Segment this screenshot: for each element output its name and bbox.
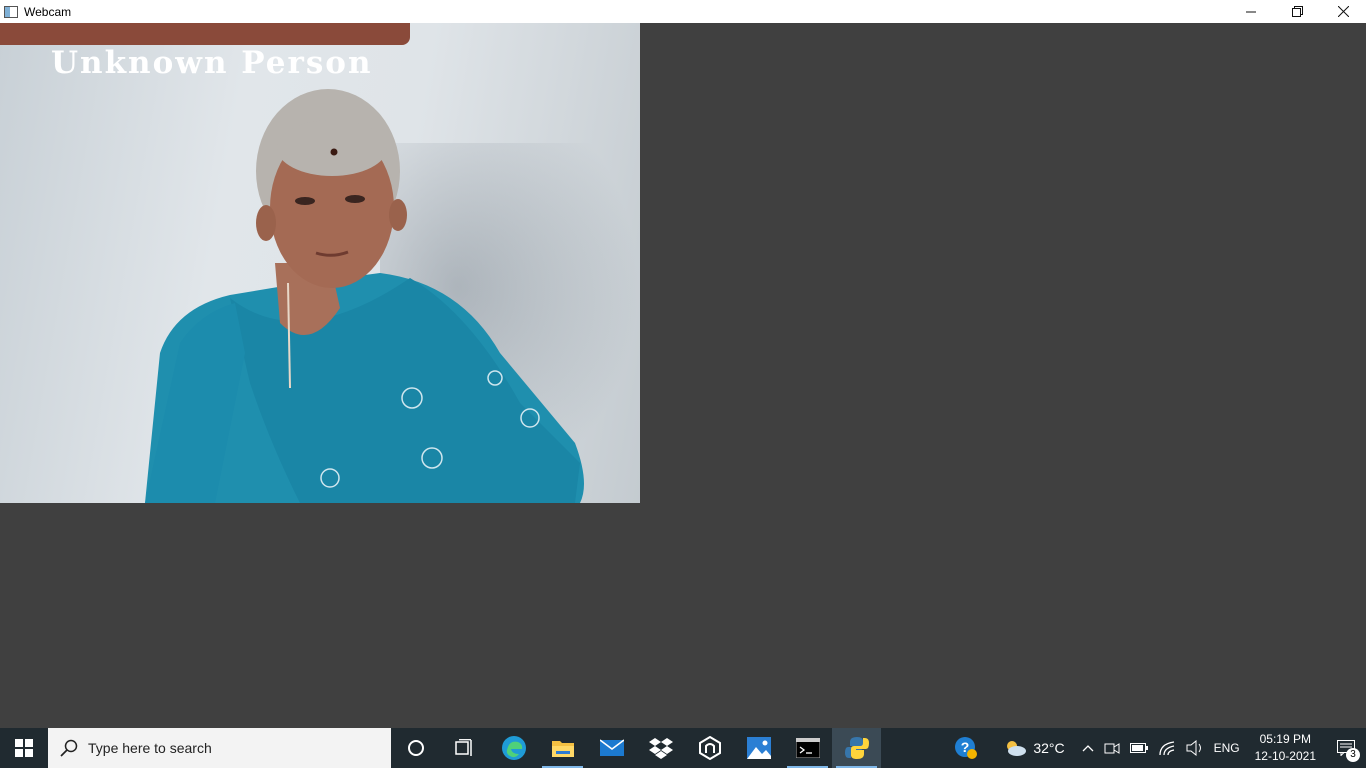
edge-icon	[501, 736, 526, 760]
github-icon	[698, 736, 721, 760]
close-button[interactable]	[1320, 0, 1366, 23]
webcam-feed: Unknown Person	[0, 23, 640, 503]
task-view-button[interactable]	[440, 728, 489, 768]
weather-temperature: 32°C	[1033, 740, 1065, 756]
github-taskbar-button[interactable]	[685, 728, 734, 768]
task-view-icon	[454, 739, 472, 756]
show-hidden-icons-button[interactable]	[1070, 728, 1099, 768]
recognition-label: Unknown Person	[51, 45, 373, 81]
terminal-icon	[795, 738, 820, 758]
help-tray-button[interactable]: ?	[949, 728, 983, 768]
window-title: Webcam	[24, 4, 72, 19]
weather-cloud-icon	[1007, 741, 1027, 756]
clock-time: 05:19 PM	[1259, 732, 1311, 746]
search-icon	[60, 739, 78, 757]
language-indicator[interactable]: ENG	[1209, 728, 1245, 768]
minimize-icon	[1246, 11, 1256, 12]
file-explorer-taskbar-button[interactable]	[538, 728, 587, 768]
terminal-taskbar-button[interactable]	[783, 728, 832, 768]
cortana-icon	[407, 740, 424, 756]
person-figure	[145, 89, 584, 503]
minimize-button[interactable]	[1228, 0, 1274, 23]
battery-button[interactable]	[1125, 728, 1153, 768]
close-icon	[1337, 6, 1349, 17]
chevron-up-icon	[1082, 745, 1094, 752]
network-button[interactable]	[1153, 728, 1181, 768]
clock[interactable]: 05:19 PM 12-10-2021	[1245, 731, 1326, 765]
clock-date: 12-10-2021	[1254, 749, 1316, 763]
dropbox-icon	[648, 738, 673, 759]
photos-icon	[746, 737, 771, 759]
cortana-button[interactable]	[391, 728, 440, 768]
speaker-icon	[1186, 740, 1201, 756]
start-button[interactable]	[0, 728, 48, 768]
weather-widget[interactable]: 32°C	[983, 728, 1069, 768]
restore-button[interactable]	[1274, 0, 1320, 23]
notification-count-badge: 3	[1346, 748, 1360, 762]
windows-logo-icon	[15, 739, 33, 757]
photos-taskbar-button[interactable]	[734, 728, 783, 768]
meet-now-button[interactable]	[1099, 728, 1125, 768]
taskbar: Type here to search ? 32°C ENG 05:19 PM …	[0, 728, 1366, 768]
taskbar-search-box[interactable]: Type here to search	[48, 728, 391, 768]
wifi-icon	[1158, 741, 1174, 756]
window-controls	[1228, 0, 1366, 23]
edge-taskbar-button[interactable]	[489, 728, 538, 768]
camera-icon	[1104, 743, 1120, 754]
mail-icon	[599, 739, 624, 756]
volume-button[interactable]	[1181, 728, 1209, 768]
mail-taskbar-button[interactable]	[587, 728, 636, 768]
restore-icon	[1291, 6, 1303, 17]
action-center-button[interactable]: 3	[1326, 728, 1366, 768]
search-placeholder: Type here to search	[88, 740, 212, 756]
system-tray: ? 32°C ENG 05:19 PM 12-10-2021 3	[949, 728, 1366, 768]
app-window-icon	[4, 5, 18, 18]
python-taskbar-button[interactable]	[832, 728, 881, 768]
window-titlebar: Webcam	[0, 0, 1366, 23]
help-icon: ?	[955, 737, 978, 759]
file-explorer-icon	[551, 741, 574, 757]
battery-icon	[1129, 743, 1148, 753]
python-icon	[844, 737, 869, 759]
dropbox-taskbar-button[interactable]	[636, 728, 685, 768]
